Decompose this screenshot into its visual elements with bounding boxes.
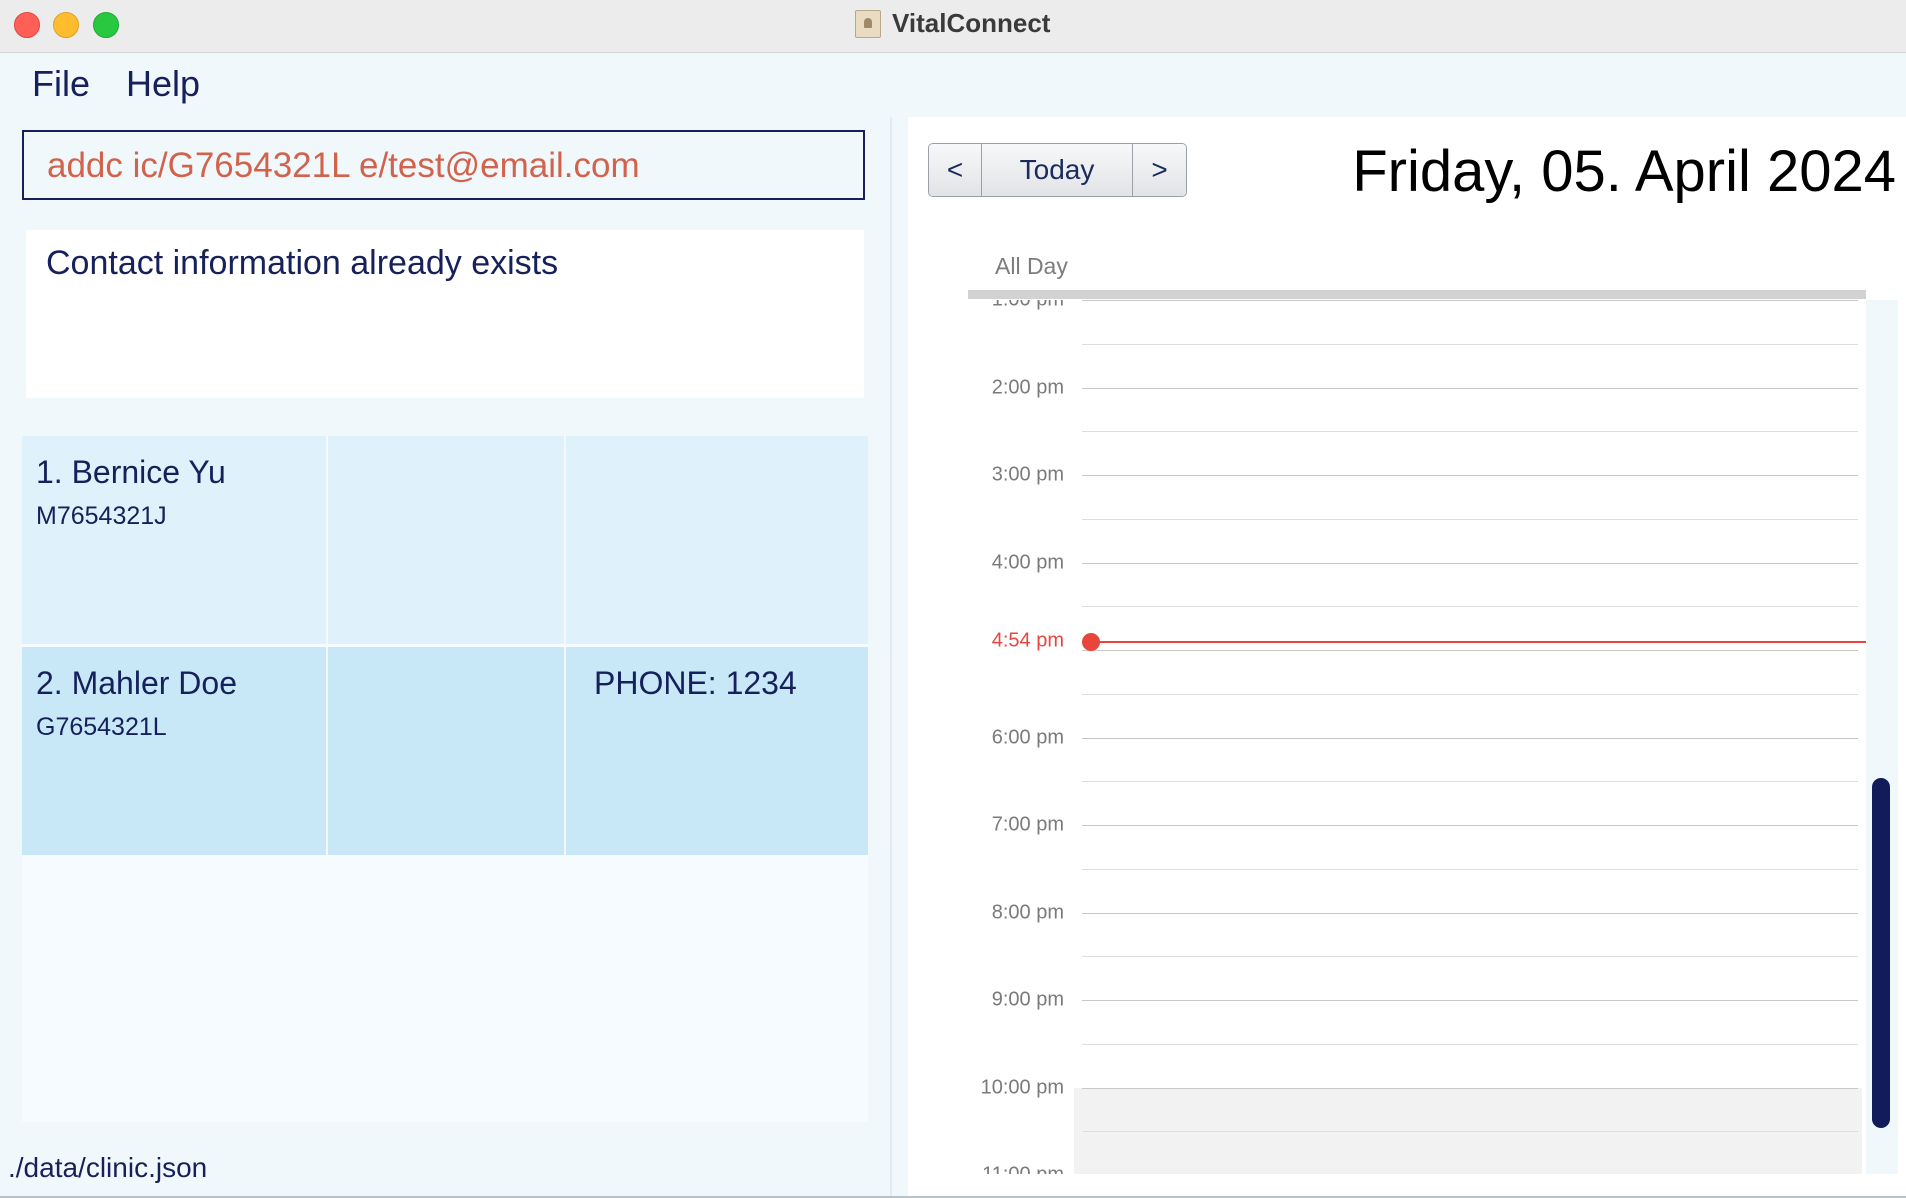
current-time-dot [1082,633,1100,652]
hour-gridline [1082,1000,1858,1001]
half-hour-gridline [1082,781,1858,783]
result-display: Contact information already exists [26,230,864,398]
title-bar: VitalConnect [0,0,1906,53]
hour-gridline [1082,562,1858,564]
current-time-label: 4:54 pm [991,629,1064,652]
contact-card[interactable]: 1. Bernice Yu M7654321J [22,436,868,644]
half-hour-gridline [1082,343,1858,345]
menu-help[interactable]: Help [126,63,200,105]
hour-label: 1:00 pm [968,300,1064,312]
window-title: VitalConnect [892,8,1051,38]
contact-name: 1. Bernice Yu [36,454,226,490]
command-text: addc ic/G7654321L e/test@email.com [47,146,640,185]
half-hour-gridline [1082,956,1858,958]
result-message: Contact information already exists [46,244,559,282]
contact-info-cell: 2. Mahler Doe G7654321L [22,647,326,855]
half-hour-gridline [1082,606,1858,608]
app-icon [855,10,881,38]
hour-label: 2:00 pm [991,376,1064,398]
hour-label: 11:00 pm [968,1164,1064,1175]
all-day-label: All Day [995,253,1068,279]
hour-gridline [1082,387,1858,389]
hour-gridline [1082,912,1858,914]
contact-name: 2. Mahler Doe [36,665,237,701]
pane-divider[interactable] [890,117,892,1198]
hour-label: 10:00 pm [980,1076,1064,1098]
timeline-scrollbar[interactable] [1866,300,1898,1174]
hour-label: 6:00 pm [991,726,1064,748]
contact-detail-cell [328,436,564,644]
half-hour-gridline [1082,518,1858,520]
maximize-window-button[interactable] [93,12,119,38]
menu-bar: File Help [0,53,1906,115]
next-day-button[interactable]: > [1133,144,1186,196]
contact-phone-cell [566,436,868,644]
command-input[interactable]: addc ic/G7654321L e/test@email.com [22,130,865,200]
hour-gridline [1082,1087,1858,1089]
contact-card[interactable]: 2. Mahler Doe G7654321L PHONE: 1234 [22,647,868,855]
close-window-button[interactable] [14,12,40,38]
contact-detail-cell [328,647,564,855]
hour-label: 7:00 pm [991,813,1064,836]
hour-gridline [1082,300,1858,301]
hour-label: 8:00 pm [991,901,1064,923]
today-button[interactable]: Today [982,144,1133,196]
menu-file[interactable]: File [32,63,90,105]
half-hour-gridline [1082,868,1858,870]
contact-phone: PHONE: 1234 [594,665,797,701]
hour-gridline [1082,825,1858,826]
calendar-nav: < Today > [928,143,1187,197]
current-time-line [1082,641,1866,644]
contact-ic: M7654321J [36,502,167,530]
half-hour-gridline [1082,1043,1858,1045]
hour-label: 4:00 pm [991,551,1064,573]
all-day-row[interactable] [968,290,1866,299]
hour-gridline [1082,650,1858,651]
contact-phone-cell: PHONE: 1234 [566,647,868,855]
previous-day-button[interactable]: < [929,144,982,196]
half-hour-gridline [1082,693,1858,695]
hour-gridline [1082,475,1858,476]
hour-label: 9:00 pm [991,988,1064,1011]
half-hour-gridline [1082,1131,1858,1133]
contact-list[interactable]: 1. Bernice Yu M7654321J 2. Mahler Doe G7… [22,436,868,1122]
hour-label: 3:00 pm [991,463,1064,486]
minimize-window-button[interactable] [53,12,79,38]
status-file-path: ./data/clinic.json [8,1152,208,1183]
scrollbar-thumb[interactable] [1872,778,1890,1128]
calendar-date-title: Friday, 05. April 2024 [1352,139,1896,204]
contact-ic: G7654321L [36,713,167,741]
day-timeline[interactable]: 1:00 pm 2:00 pm 3:00 pm 4:00 pm 6:00 pm 7:00 … [968,300,1866,1174]
contact-info-cell: 1. Bernice Yu M7654321J [22,436,326,644]
half-hour-gridline [1082,431,1858,433]
hour-gridline [1082,737,1858,739]
